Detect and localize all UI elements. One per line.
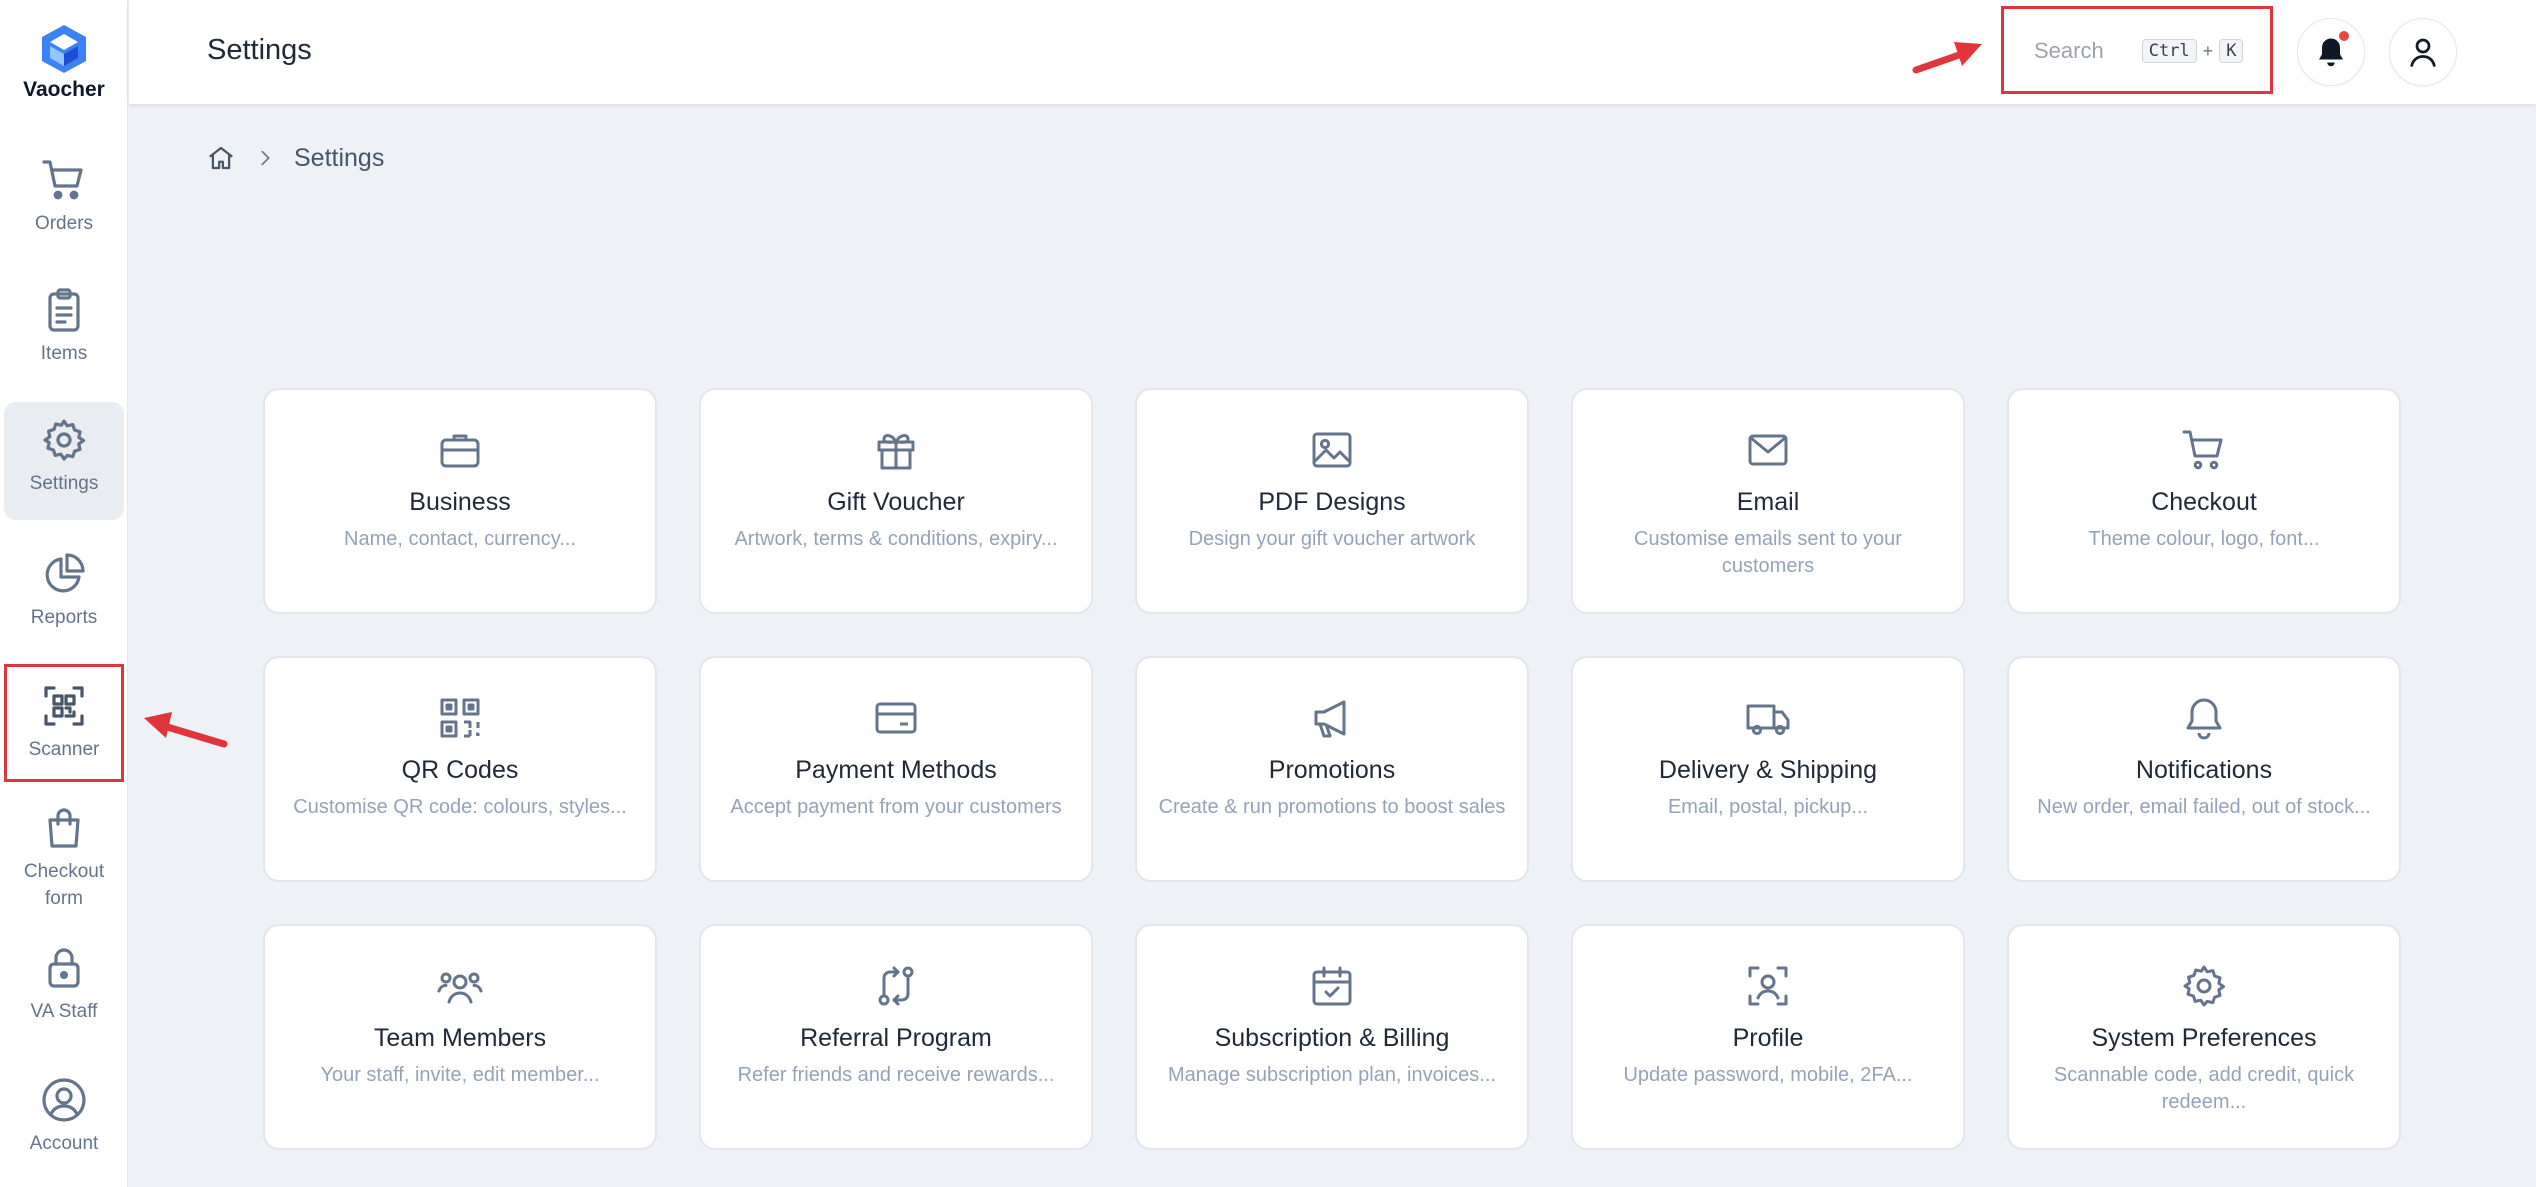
- card-description: Artwork, terms & conditions, expiry...: [734, 528, 1058, 550]
- search-pointer-arrow-icon: [1912, 42, 1982, 74]
- vaocher-logo-icon: [42, 25, 86, 73]
- notification-badge: [2337, 29, 2351, 43]
- settings-card-team-members[interactable]: Team Members Your staff, invite, edit me…: [263, 924, 657, 1150]
- sidebar-item-label: Items: [40, 343, 88, 364]
- card-description: Refer friends and receive rewards...: [737, 1064, 1055, 1086]
- card-description: Customise QR code: colours, styles...: [293, 796, 627, 818]
- cart-icon: [42, 160, 83, 200]
- card-title: Subscription & Billing: [1214, 1024, 1450, 1052]
- arrows-exchange-icon: [878, 966, 914, 1006]
- card-description: Design your gift voucher artwork: [1188, 528, 1476, 550]
- user-menu-button[interactable]: [2389, 18, 2457, 86]
- settings-card-referral-program[interactable]: Referral Program Refer friends and recei…: [699, 924, 1093, 1150]
- shopping-bag-icon: [48, 808, 80, 848]
- card-description: Email, postal, pickup...: [1667, 796, 1869, 818]
- credit-card-icon: [875, 702, 917, 734]
- megaphone-icon: [1314, 700, 1346, 738]
- settings-card-gift-voucher[interactable]: Gift Voucher Artwork, terms & conditions…: [699, 388, 1093, 614]
- scanner-highlight-box: [4, 664, 124, 782]
- home-icon[interactable]: [206, 143, 236, 173]
- search-highlight-box: [2001, 6, 2273, 94]
- scanner-pointer-arrow-icon: [144, 712, 228, 748]
- card-title: Delivery & Shipping: [1658, 756, 1878, 784]
- card-title: Referral Program: [800, 1024, 992, 1052]
- sidebar-item-label: Settings: [29, 473, 99, 494]
- breadcrumb: Settings: [206, 143, 384, 173]
- settings-card-system-preferences[interactable]: System Preferences Scannable code, add c…: [2007, 924, 2401, 1150]
- card-title: Gift Voucher: [827, 488, 965, 516]
- users-icon: [437, 972, 483, 1004]
- sidebar-item-label: Reports: [30, 607, 98, 628]
- sidebar: Vaocher Orders Items Settings Reports Sc…: [0, 0, 128, 1187]
- sidebar-item-orders[interactable]: Orders: [4, 156, 124, 240]
- qr-code-icon: [440, 698, 480, 738]
- sidebar-item-label: Account: [29, 1133, 99, 1154]
- settings-card-delivery-shipping[interactable]: Delivery & Shipping Email, postal, picku…: [1571, 656, 1965, 882]
- card-title: PDF Designs: [1258, 488, 1406, 516]
- sidebar-item-items[interactable]: Items: [4, 286, 124, 370]
- user-scan-icon: [1748, 966, 1788, 1006]
- card-title: Profile: [1732, 1024, 1804, 1052]
- card-title: Business: [409, 488, 511, 516]
- app-logo[interactable]: Vaocher: [0, 22, 128, 102]
- sidebar-item-label: VA Staff: [30, 1001, 98, 1022]
- sidebar-item-settings[interactable]: Settings: [4, 402, 124, 520]
- card-description: Update password, mobile, 2FA...: [1623, 1064, 1913, 1086]
- page-title: Settings: [207, 34, 312, 66]
- app-name: Vaocher: [23, 78, 105, 101]
- card-description: Theme colour, logo, font...: [2088, 528, 2320, 550]
- settings-card-qr-codes[interactable]: QR Codes Customise QR code: colours, sty…: [263, 656, 657, 882]
- sidebar-item-va-staff[interactable]: VA Staff: [4, 944, 124, 1028]
- breadcrumb-current: Settings: [294, 143, 385, 172]
- card-title: Payment Methods: [795, 756, 997, 784]
- user-circle-icon: [42, 1078, 86, 1122]
- card-description: Manage subscription plan, invoices...: [1168, 1064, 1496, 1086]
- pie-chart-icon: [45, 553, 85, 593]
- card-title: QR Codes: [401, 756, 519, 784]
- image-icon: [1312, 432, 1352, 468]
- settings-card-checkout[interactable]: Checkout Theme colour, logo, font...: [2007, 388, 2401, 614]
- gear-icon: [2183, 965, 2226, 1007]
- card-description: Scannable code, add credit, quick redeem…: [2053, 1064, 2355, 1113]
- card-description: Create & run promotions to boost sales: [1158, 796, 1506, 818]
- sidebar-item-label: Checkout form: [23, 861, 105, 909]
- lock-icon: [48, 948, 80, 988]
- card-title: System Preferences: [2091, 1024, 2317, 1052]
- sidebar-item-checkout-form[interactable]: Checkout form: [4, 804, 124, 914]
- card-description: Accept payment from your customers: [730, 796, 1062, 818]
- briefcase-icon: [440, 434, 480, 468]
- card-description: Your staff, invite, edit member...: [320, 1064, 600, 1086]
- clipboard-icon: [48, 288, 80, 332]
- card-description: New order, email failed, out of stock...: [2037, 796, 2371, 818]
- chevron-right-icon: [261, 150, 270, 166]
- settings-card-promotions[interactable]: Promotions Create & run promotions to bo…: [1135, 656, 1529, 882]
- card-title: Promotions: [1268, 756, 1396, 784]
- sidebar-item-reports[interactable]: Reports: [4, 550, 124, 634]
- sidebar-item-account[interactable]: Account: [4, 1076, 124, 1160]
- settings-card-notifications[interactable]: Notifications New order, email failed, o…: [2007, 656, 2401, 882]
- card-description: Customise emails sent to your customers: [1634, 528, 1902, 577]
- calendar-check-icon: [1312, 966, 1352, 1006]
- settings-card-email[interactable]: Email Customise emails sent to your cust…: [1571, 388, 1965, 614]
- user-icon: [2410, 38, 2436, 67]
- card-title: Team Members: [373, 1024, 547, 1052]
- envelope-icon: [1748, 434, 1788, 466]
- settings-card-profile[interactable]: Profile Update password, mobile, 2FA...: [1571, 924, 1965, 1150]
- card-title: Email: [1736, 488, 1800, 516]
- gear-icon: [43, 419, 86, 461]
- card-title: Checkout: [2151, 488, 2257, 516]
- truck-icon: [1746, 704, 1790, 736]
- bell-icon: [2186, 698, 2222, 740]
- cart-icon: [2182, 430, 2223, 470]
- card-title: Notifications: [2135, 756, 2273, 784]
- sidebar-item-label: Orders: [34, 213, 94, 234]
- settings-card-payment-methods[interactable]: Payment Methods Accept payment from your…: [699, 656, 1093, 882]
- gift-icon: [877, 434, 915, 470]
- card-description: Name, contact, currency...: [344, 528, 576, 550]
- settings-card-pdf-designs[interactable]: PDF Designs Design your gift voucher art…: [1135, 388, 1529, 614]
- notifications-button[interactable]: [2297, 18, 2365, 86]
- settings-card-subscription-billing[interactable]: Subscription & Billing Manage subscripti…: [1135, 924, 1529, 1150]
- settings-card-business[interactable]: Business Name, contact, currency...: [263, 388, 657, 614]
